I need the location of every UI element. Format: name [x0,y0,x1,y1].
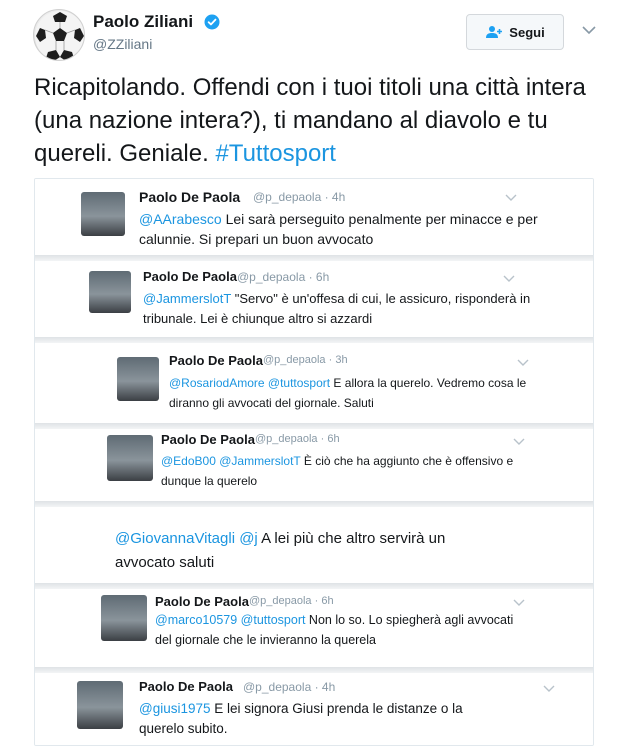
chevron-down-icon [513,599,525,606]
follow-button[interactable]: Segui [466,14,564,50]
mention: @RosariodAmore @tuttosport [169,376,331,390]
mention: @giusi1975 [139,701,211,716]
verified-badge-icon [204,14,220,30]
embedded-author-name: Paolo De Paola [155,594,249,609]
author-handle[interactable]: @ZZiliani [93,36,152,52]
embedded-tweet-text: @marco10579 @tuttosport Non lo so. Lo sp… [155,610,525,650]
embedded-tweet-card: Paolo De Paola @p_depaola · 3h @Rosariod… [35,343,593,423]
profile-photo [107,435,153,481]
embedded-tweet-text: @AArabesco Lei sarà perseguito penalment… [139,209,549,249]
profile-photo [77,681,123,729]
mention: @JammerslotT [143,291,232,306]
soccer-ball-icon [35,11,84,60]
embedded-tweet-card: Paolo De Paola @p_depaola · 6h @marco105… [35,589,593,667]
embedded-meta: @p_depaola · 3h [263,354,348,366]
embedded-tweet-text: @RosariodAmore @tuttosport E allora la q… [169,373,529,413]
embedded-author-name: Paolo De Paola [161,432,255,447]
embedded-author-name: Paolo De Paola [139,679,233,694]
embedded-tweet-card: Paolo De Paola @p_depaola · 6h @Jammersl… [35,261,593,337]
chevron-down-icon [513,438,525,445]
profile-photo [81,192,125,236]
profile-photo [89,271,131,313]
embedded-screenshot[interactable]: Paolo De Paola @p_depaola · 4h @AArabesc… [34,178,594,746]
embedded-meta: @p_depaola · 6h [237,270,330,284]
follow-label: Segui [509,24,545,40]
embedded-tweet-card: Paolo De Paola @p_depaola · 6h @EdoB00 @… [35,429,593,501]
embedded-tweet-card: @GiovannaVitagli @j A lei più che altro … [35,507,593,583]
embedded-author-name: Paolo De Paola [143,269,237,284]
chevron-down-icon [503,275,515,282]
profile-photo [117,357,159,401]
mention: @EdoB00 @JammerslotT [161,454,301,468]
embedded-author-name: Paolo De Paola [169,353,263,368]
tweet-text: Ricapitolando. Offendi con i tuoi titoli… [34,71,594,170]
embedded-tweet-text: @giusi1975 E lei signora Giusi prenda le… [139,699,509,739]
hashtag-link[interactable]: #Tuttosport [215,140,336,167]
embedded-meta: @p_depaola · 6h [249,595,334,607]
chevron-down-icon [505,194,517,201]
chevron-down-icon [543,685,555,692]
embedded-author-name: Paolo De Paola [139,189,241,205]
mention: @GiovannaVitagli @j [115,530,258,547]
add-user-icon [486,26,503,38]
mention: @marco10579 @tuttosport [155,613,306,627]
chevron-down-icon[interactable] [582,25,596,35]
embedded-meta: @p_depaola · 6h [255,433,340,445]
embedded-tweet-text: @JammerslotT "Servo" è un'offesa di cui,… [143,289,533,329]
embedded-tweet-card: Paolo De Paola @p_depaola · 4h @AArabesc… [35,179,593,255]
embedded-tweet-text: @GiovannaVitagli @j A lei più che altro … [115,527,475,575]
embedded-tweet-text: @EdoB00 @JammerslotT È ciò che ha aggiun… [161,451,531,491]
profile-photo [101,595,147,641]
mention: @AArabesco [139,211,222,227]
embedded-meta: @p_depaola · 4h [253,190,346,204]
author-name[interactable]: Paolo Ziliani [93,12,193,32]
embedded-tweet-card: Paolo De Paola @p_depaola · 4h @giusi197… [35,673,593,745]
avatar[interactable] [33,9,85,61]
embedded-meta: @p_depaola · 4h [243,680,336,694]
chevron-down-icon [517,359,529,366]
